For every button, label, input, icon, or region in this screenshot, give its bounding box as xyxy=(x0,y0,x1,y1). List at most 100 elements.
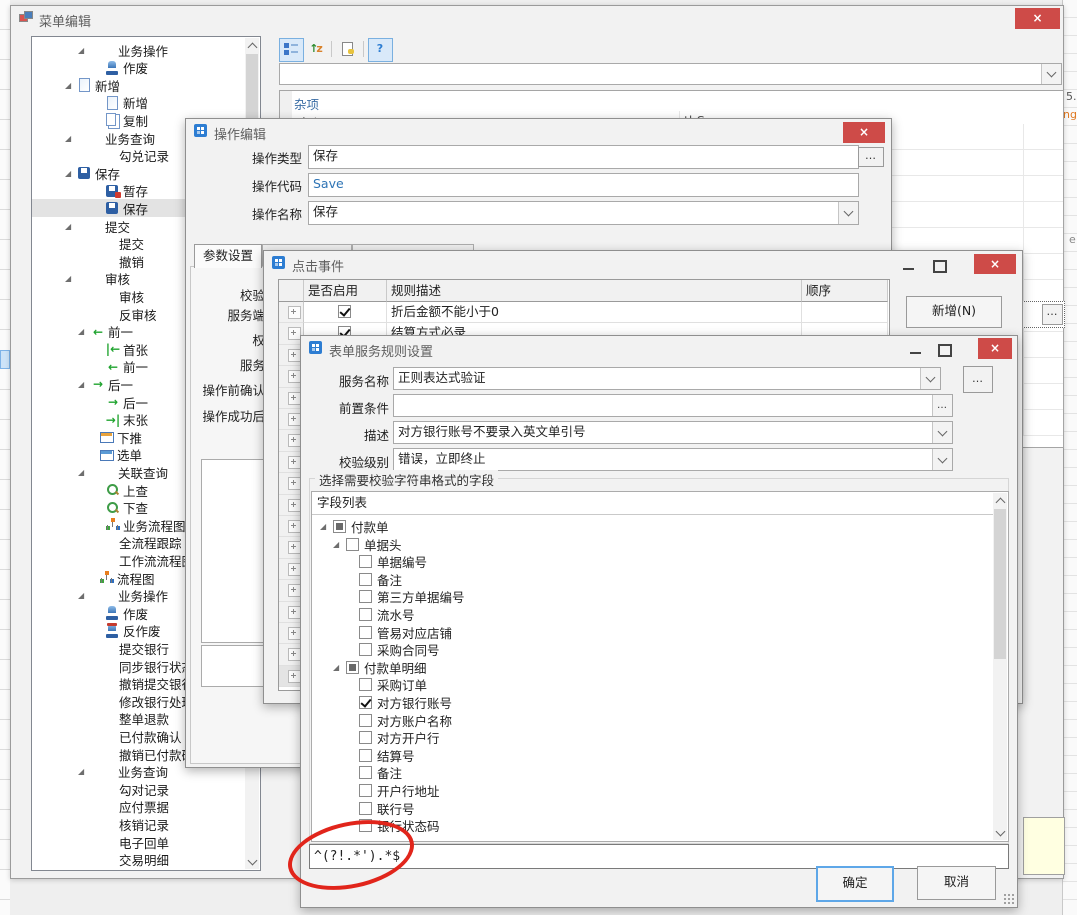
field-checklist[interactable]: 字段列表 ◢ 付款单 ◢ 单据头 单据编号 备注 第三方单据编号 流水号 管易对应店铺 采购合同号… xyxy=(311,491,1009,842)
property-category[interactable]: 杂项 xyxy=(294,94,319,113)
field-list-scrollbar[interactable] xyxy=(993,493,1007,840)
field-checklist-item[interactable]: 管易对应店铺 xyxy=(312,624,1008,641)
tree-expander-icon[interactable]: ◢ xyxy=(65,81,77,90)
checkbox-icon[interactable] xyxy=(359,555,372,569)
field-checklist-item[interactable]: ◢ 单据头 xyxy=(312,536,1008,553)
checkbox-checked-icon[interactable] xyxy=(359,696,372,709)
field-checklist-item[interactable]: ◢ 付款单 xyxy=(312,518,1008,535)
chevron-down-icon[interactable] xyxy=(838,202,858,224)
tree-expander-icon[interactable]: ◢ xyxy=(78,46,90,55)
tree-item[interactable]: 应付票据 xyxy=(32,798,260,816)
tree-expander-icon[interactable]: ◢ xyxy=(78,767,90,776)
field-checklist-item[interactable]: 备注 xyxy=(312,764,1008,781)
close-icon[interactable]: × xyxy=(843,122,885,143)
checkbox-checked-icon[interactable] xyxy=(338,305,351,318)
operation-code-field[interactable]: Save xyxy=(308,173,859,197)
tree-item[interactable]: 新增 xyxy=(32,94,260,112)
property-pages-icon[interactable] xyxy=(336,38,361,62)
tree-item[interactable]: ◢ 业务操作 xyxy=(32,41,260,59)
chevron-down-icon[interactable] xyxy=(920,368,940,389)
minimize-icon[interactable] xyxy=(903,341,929,358)
checkbox-icon[interactable] xyxy=(359,784,372,797)
column-enabled[interactable]: 是否启用 xyxy=(304,280,387,302)
validation-level-combobox[interactable]: 错误，立即终止 xyxy=(393,448,953,471)
scroll-down-icon[interactable] xyxy=(993,825,1007,840)
field-checklist-item[interactable]: 采购订单 xyxy=(312,676,1008,693)
tree-expander-icon[interactable]: ◢ xyxy=(333,540,346,549)
ellipsis-button[interactable]: … xyxy=(932,395,952,416)
tree-expander-icon[interactable]: ◢ xyxy=(65,274,77,283)
scroll-down-icon[interactable] xyxy=(245,854,259,869)
checkbox-icon[interactable] xyxy=(359,819,372,833)
checkbox-icon[interactable] xyxy=(346,537,359,551)
operation-type-field[interactable]: 保存 xyxy=(308,145,859,169)
scroll-up-icon[interactable] xyxy=(993,493,1007,508)
field-checklist-item[interactable]: 第三方单据编号 xyxy=(312,588,1008,605)
click-event-titlebar[interactable]: 点击事件 × xyxy=(264,251,1022,275)
tree-item[interactable]: 电子回单 xyxy=(32,833,260,851)
help-icon[interactable]: ? xyxy=(368,38,393,62)
ok-button[interactable]: 确定 xyxy=(816,866,894,902)
column-order[interactable]: 顺序 xyxy=(802,280,888,302)
rule-titlebar[interactable]: 表单服务规则设置 × xyxy=(301,336,1017,360)
tree-item[interactable]: 勾对记录 xyxy=(32,780,260,798)
rule-order-cell[interactable] xyxy=(802,302,888,324)
field-checklist-item[interactable]: 对方开户行 xyxy=(312,729,1008,746)
ellipsis-button[interactable]: … xyxy=(963,366,993,393)
scroll-thumb[interactable] xyxy=(994,509,1006,659)
ellipsis-button[interactable]: … xyxy=(1042,304,1063,325)
checkbox-icon[interactable] xyxy=(359,713,372,727)
close-icon[interactable]: × xyxy=(978,338,1012,359)
tab-parameter-settings[interactable]: 参数设置 xyxy=(194,244,262,268)
tree-item[interactable]: 核销记录 xyxy=(32,815,260,833)
checkbox-indeterminate-icon[interactable] xyxy=(346,660,359,674)
column-description[interactable]: 规则描述 xyxy=(387,280,802,302)
tree-item[interactable]: ◢ 新增 xyxy=(32,76,260,94)
checkbox-icon[interactable] xyxy=(359,731,372,745)
field-checklist-item[interactable]: 单据编号 xyxy=(312,553,1008,570)
operation-name-combobox[interactable]: 保存 xyxy=(308,201,859,225)
service-name-combobox[interactable]: 正则表达式验证 xyxy=(393,367,941,390)
precondition-field[interactable]: … xyxy=(393,394,953,417)
resize-grip[interactable] xyxy=(1003,893,1014,904)
field-checklist-item[interactable]: 对方银行账号 xyxy=(312,694,1008,711)
field-checklist-item[interactable]: 银行状态码 xyxy=(312,817,1008,834)
cancel-button[interactable]: 取消 xyxy=(917,866,996,900)
checkbox-icon[interactable] xyxy=(359,608,372,621)
field-checklist-item[interactable]: 对方账户名称 xyxy=(312,712,1008,729)
checkbox-icon[interactable] xyxy=(359,643,372,657)
field-checklist-item[interactable]: 采购合同号 xyxy=(312,641,1008,658)
tree-expander-icon[interactable]: ◢ xyxy=(78,327,90,336)
operation-titlebar[interactable]: 操作编辑 × xyxy=(186,119,891,143)
checkbox-icon[interactable] xyxy=(359,766,372,780)
property-filter-combobox[interactable] xyxy=(279,63,1062,85)
close-icon[interactable]: × xyxy=(974,254,1016,274)
maximize-icon[interactable] xyxy=(931,341,957,358)
chevron-down-icon[interactable] xyxy=(932,422,952,443)
chevron-down-icon[interactable] xyxy=(932,449,952,470)
checkbox-icon[interactable] xyxy=(359,801,372,815)
focused-property-cell[interactable]: … xyxy=(1021,301,1065,328)
field-checklist-item[interactable]: 开户行地址 xyxy=(312,782,1008,799)
checkbox-indeterminate-icon[interactable] xyxy=(333,520,346,533)
tree-expander-icon[interactable]: ◢ xyxy=(65,134,77,143)
expand-plus-icon[interactable] xyxy=(288,306,301,319)
rule-enabled-cell[interactable] xyxy=(304,302,387,324)
regex-input[interactable]: ^(?!.*').*$ xyxy=(309,844,1009,869)
field-checklist-item[interactable]: 备注 xyxy=(312,571,1008,588)
field-checklist-item[interactable]: 流水号 xyxy=(312,606,1008,623)
tree-expander-icon[interactable]: ◢ xyxy=(78,468,90,477)
minimize-icon[interactable] xyxy=(896,257,922,274)
checkbox-icon[interactable] xyxy=(359,748,372,762)
field-checklist-item[interactable]: 联行号 xyxy=(312,800,1008,817)
field-checklist-item[interactable]: ◢ 付款单明细 xyxy=(312,659,1008,676)
checkbox-icon[interactable] xyxy=(359,625,372,639)
description-combobox[interactable]: 对方银行账号不要录入英文单引号 xyxy=(393,421,953,444)
chevron-down-icon[interactable] xyxy=(1041,64,1061,84)
tree-expander-icon[interactable]: ◢ xyxy=(78,380,90,389)
checkbox-icon[interactable] xyxy=(359,572,372,586)
tree-expander-icon[interactable]: ◢ xyxy=(65,222,77,231)
sort-az-icon[interactable]: ↑ xyxy=(304,38,329,62)
categorized-icon[interactable] xyxy=(279,38,304,62)
tree-expander-icon[interactable]: ◢ xyxy=(320,522,333,531)
